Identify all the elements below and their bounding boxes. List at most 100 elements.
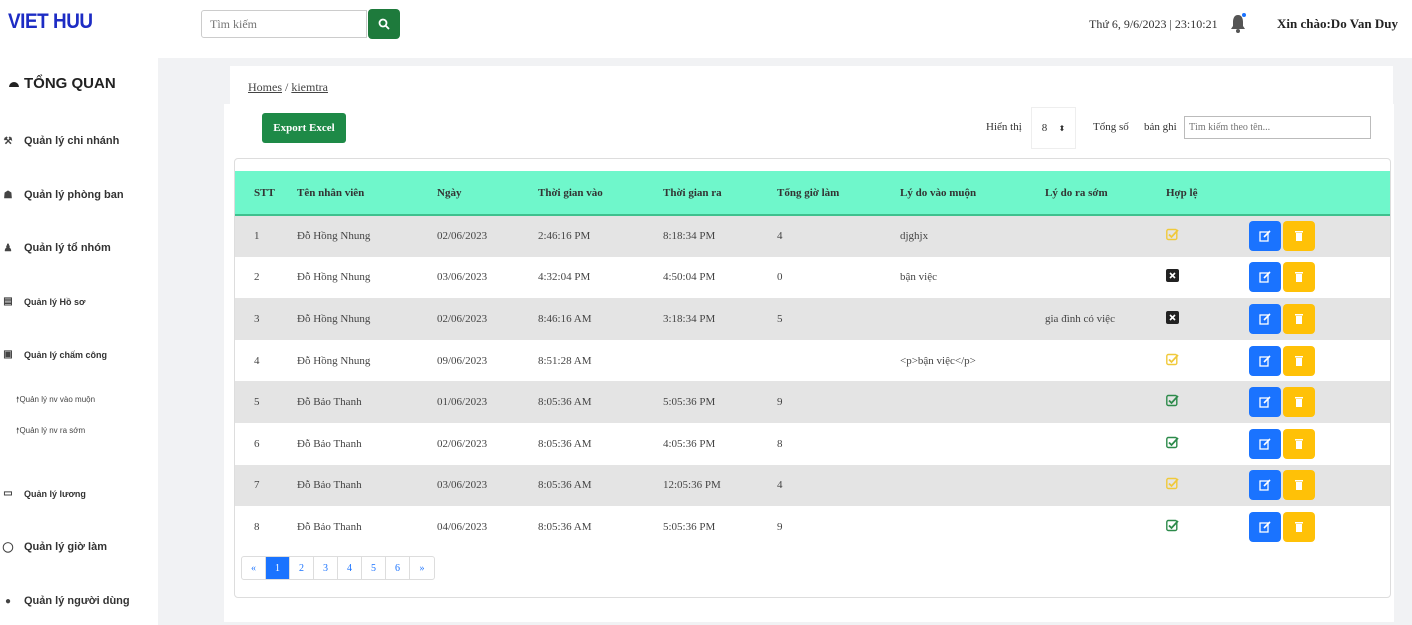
sidebar-subitem-early[interactable]: 🠕Quản lý nv ra sớm [16,425,85,439]
cell-early-reason [1045,340,1166,382]
delete-button[interactable] [1283,303,1315,334]
breadcrumb: Homes / kiemtra [248,80,328,95]
cell-time-in: 8:05:36 AM [538,479,592,492]
cell-time-out: 5:05:36 PM [663,396,716,409]
pagination: « 1 2 3 4 5 6 » [241,556,435,580]
datetime: Thứ 6, 9/6/2023 | 23:10:21 [1089,17,1218,31]
cell-time-out: 12:05:36 PM [663,479,721,492]
breadcrumb-current-link[interactable]: kiemtra [291,80,328,94]
cell-valid[interactable] [1166,465,1249,507]
edit-button[interactable] [1249,221,1281,252]
sidebar-subitem-late[interactable]: 🠕Quản lý nv vào muộn [16,394,95,408]
edit-button[interactable] [1249,387,1281,418]
edit-button[interactable] [1249,303,1281,334]
sidebar-item-users[interactable]: ● Quản lý người dùng [0,595,130,607]
cell-actions [1249,465,1390,507]
delete-button[interactable] [1283,345,1315,376]
cell-valid[interactable] [1166,298,1249,340]
delete-button[interactable] [1283,262,1315,293]
money-icon: ▭ [3,488,13,499]
pagination-page[interactable]: 3 [314,557,338,579]
delete-button[interactable] [1283,221,1315,252]
export-excel-button[interactable]: Export Excel [262,113,346,143]
total-label: Tổng số [1093,121,1129,133]
pending-check-icon [1166,353,1179,365]
trash-icon [1295,231,1303,242]
sidebar-item-profile[interactable]: ▤ Quản lý Hồ sơ [0,296,85,307]
cell-date: 02/06/2023 [437,312,488,325]
edit-button[interactable] [1249,511,1281,542]
edit-button[interactable] [1249,262,1281,293]
sidebar-item-team[interactable]: ♟ Quản lý tổ nhóm [0,242,111,254]
cell-total-hours: 5 [777,312,783,325]
cell-time-in: 8:46:16 AM [538,312,592,325]
cell-actions [1249,423,1390,465]
cell-valid[interactable] [1166,423,1249,465]
logo[interactable]: VIET HUU [8,10,93,34]
cell-time-in: 8:51:28 AM [538,354,592,367]
sidebar-item-label: Quản lý tổ nhóm [24,242,111,254]
col-date[interactable]: Ngày [437,171,538,215]
trash-icon [1295,397,1303,408]
delete-button[interactable] [1283,470,1315,501]
search-button[interactable] [368,9,400,39]
col-stt[interactable]: STT [235,171,297,215]
pagination-page[interactable]: 5 [362,557,386,579]
sidebar-item-label: Quản lý phòng ban [24,189,124,201]
cell-time-in: 8:05:36 AM [538,520,592,533]
col-name[interactable]: Tên nhân viên [297,171,437,215]
cell-valid[interactable] [1166,381,1249,423]
page-size-select[interactable]: 8 ⬍ [1031,107,1076,149]
breadcrumb-home-link[interactable]: Homes [248,80,282,94]
search-input[interactable] [201,10,367,38]
col-late-reason[interactable]: Lý do vào muộn [900,171,1045,215]
edit-button[interactable] [1249,428,1281,459]
edit-button[interactable] [1249,345,1281,376]
name-search-input[interactable] [1184,116,1371,139]
table-row: 5 Đỗ Bảo Thanh 01/06/2023 8:05:36 AM 5:05:36… [235,381,1390,423]
sidebar-item-label: Quản lý chi nhánh [24,135,120,147]
cell-late-reason [900,381,1045,423]
cell-valid[interactable] [1166,340,1249,382]
pagination-next[interactable]: » [410,557,434,579]
trash-icon [1295,313,1303,324]
sidebar-item-worktime[interactable]: ◯ Quản lý giờ làm [0,541,107,553]
table-row: 1 Đỗ Hồng Nhung 02/06/2023 2:46:16 PM 8:18:3… [235,215,1390,257]
edit-icon [1259,271,1271,284]
cell-total-hours: 4 [777,479,783,492]
branch-icon: ⚒ [3,135,13,147]
delete-button[interactable] [1283,428,1315,459]
pagination-page[interactable]: 4 [338,557,362,579]
bell-icon[interactable] [1229,12,1247,34]
pagination-page[interactable]: 2 [290,557,314,579]
trash-icon [1295,521,1303,532]
col-time-in[interactable]: Thời gian vào [538,171,663,215]
pagination-prev[interactable]: « [242,557,266,579]
col-time-out[interactable]: Thời gian ra [663,171,777,215]
col-valid[interactable]: Hợp lệ [1166,171,1249,215]
col-total-hours[interactable]: Tổng giờ làm [777,171,900,215]
cell-actions [1249,340,1390,382]
user-greeting[interactable]: Xin chào:Do Van Duy [1277,16,1398,32]
sidebar-title[interactable]: TỔNG QUAN [8,75,116,92]
cell-total-hours [777,340,900,382]
delete-button[interactable] [1283,511,1315,542]
cell-time-out: 4:05:36 PM [663,437,716,450]
pagination-page[interactable]: 1 [266,557,290,579]
pagination-page[interactable]: 6 [386,557,410,579]
sidebar-item-branch[interactable]: ⚒ Quản lý chi nhánh [0,135,120,147]
cell-valid[interactable] [1166,257,1249,299]
valid-check-icon [1166,519,1179,532]
delete-button[interactable] [1283,387,1315,418]
edit-icon [1259,396,1271,408]
cell-name: Đỗ Hồng Nhung [297,354,371,367]
sort-arrows-icon: ⬍ [1058,123,1066,133]
edit-button[interactable] [1249,470,1281,501]
sidebar-item-salary[interactable]: ▭ Quản lý lương [0,488,86,499]
sidebar-item-attendance[interactable]: ▣ Quản lý chấm công [0,349,107,360]
col-early-reason[interactable]: Lý do ra sớm [1045,171,1166,215]
cell-valid[interactable] [1166,506,1249,548]
cell-valid[interactable] [1166,215,1249,257]
sidebar-item-department[interactable]: ☗ Quản lý phòng ban [0,189,124,201]
clock-icon: ◯ [2,541,14,553]
